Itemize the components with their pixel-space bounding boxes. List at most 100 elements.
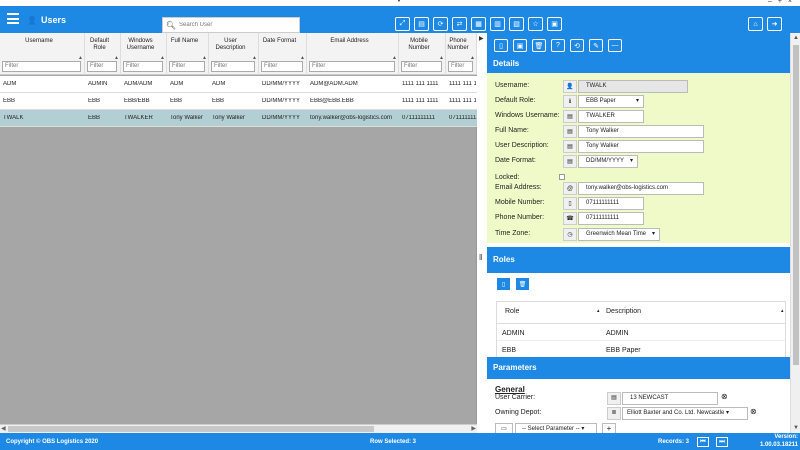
vertical-scrollbar[interactable]: ▲ ▼ (790, 33, 800, 433)
sort-icon[interactable]: ▴ (597, 308, 600, 314)
column-header[interactable]: Email Address ▲ Filter (307, 33, 399, 75)
column-filter-input[interactable]: Filter (2, 61, 81, 72)
first-page-button[interactable]: ⏮ (697, 437, 709, 447)
table-row[interactable]: ADM ADMIN ADM/ADM ADM ADM DD/MM/YYYY ADM@ADM.A… (0, 76, 477, 93)
table-row[interactable]: TWALK EBB TWALKER Tony Walker Tony Walker DD/… (0, 110, 477, 127)
locked-checkbox[interactable] (559, 174, 565, 180)
user-carrier-label: User Carrier: (495, 394, 536, 401)
roles-table: Role ▴ Description ▴ ADMIN ADMIN EBB EBB Paper (496, 301, 786, 359)
column-filter-input[interactable]: Filter (123, 61, 163, 72)
column-label: Phone Number (447, 38, 469, 51)
undo-button[interactable]: ⟲ (570, 39, 584, 52)
favourite-button[interactable]: ☆ (528, 17, 543, 31)
table-cell: Tony Walker (212, 115, 245, 121)
owning-depot-select[interactable]: Elliott Baxter and Co. Ltd. Newcastle ▾ (622, 407, 748, 420)
field-value-input[interactable]: Greenwich Mean Time ▾ (578, 228, 660, 241)
page-title: Users (40, 15, 66, 25)
collapse-panel-icon[interactable]: ▶ (479, 35, 484, 42)
field-value-input[interactable]: Tony Walker (578, 125, 704, 138)
column-header[interactable]: Full Name ▲ Filter (167, 33, 209, 75)
last-page-button[interactable]: ⏭ (716, 437, 728, 447)
expand-button[interactable]: ⤢ (395, 17, 410, 31)
column-filter-input[interactable]: Filter (309, 61, 395, 72)
field-value-input[interactable]: tony.walker@obs-logistics.com (578, 182, 704, 195)
roles-row[interactable]: EBB EBB Paper (497, 341, 785, 358)
report-button[interactable]: ▥ (490, 17, 505, 31)
field-value-input[interactable]: 07111111111 (578, 197, 644, 210)
search-box: 🔍︎ (162, 17, 300, 33)
add-role-button[interactable]: ▯ (497, 278, 510, 290)
column-header[interactable]: User Description ▲ Filter (209, 33, 259, 75)
scroll-up-icon[interactable]: ▲ (793, 35, 799, 41)
field-value-text: Greenwich Mean Time (586, 231, 647, 237)
table-cell: ADM (3, 81, 17, 87)
field-value-input[interactable]: DD/MM/YYYY ▾ (578, 155, 638, 168)
column-filter-input[interactable]: Filter (211, 61, 255, 72)
delete-role-button[interactable]: 🗑 (516, 278, 529, 290)
column-filter-input[interactable]: Filter (169, 61, 205, 72)
detail-toolbar: ▯ ▣ 🗑? ⟲ ✎ — (487, 33, 790, 55)
column-header[interactable]: Windows Username ▲ Filter (121, 33, 167, 75)
field-value-input[interactable]: 07111111111 (578, 212, 644, 225)
remove-carrier-icon[interactable]: ⊗ (721, 392, 728, 401)
splitter-handle-icon[interactable]: ‖ (479, 253, 482, 262)
chevron-down-icon: ▾ (651, 231, 655, 237)
database-button[interactable]: ▤ (414, 17, 429, 31)
field-icon: 👤 (563, 80, 577, 93)
column-filter-input[interactable]: Filter (87, 61, 117, 72)
field-value-input[interactable]: Tony Walker (578, 140, 704, 153)
share-button[interactable]: ⇄ (452, 17, 467, 31)
column-filter-input[interactable]: Filter (401, 61, 442, 72)
field-icon: ▯ (563, 197, 577, 210)
collapse-arrow-icon[interactable]: ▼ (396, 0, 402, 4)
depot-icon: ≣ (607, 407, 621, 420)
grid-button[interactable]: ▦ (471, 17, 486, 31)
vscroll-thumb[interactable] (793, 45, 799, 365)
export-button[interactable]: ▧ (509, 17, 524, 31)
table-cell: 1111 111 1 (449, 98, 476, 104)
remove-depot-icon[interactable]: ⊗ (750, 407, 757, 416)
horizontal-scrollbar[interactable]: ◀ ▶ (0, 424, 477, 433)
page-title-wrap: 👤 Users (27, 15, 66, 25)
help-button[interactable]: ? (551, 39, 565, 52)
panel-splitter[interactable]: ▶ ‖ (478, 33, 487, 433)
search-icon[interactable]: 🔍︎ (163, 21, 179, 30)
column-header[interactable]: Date Format ▲ Filter (259, 33, 307, 75)
refresh-button[interactable]: ⟳ (433, 17, 448, 31)
hamburger-menu-icon[interactable] (7, 13, 19, 24)
sort-icon[interactable]: ▴ (781, 308, 784, 314)
save-button[interactable]: ▣ (513, 39, 527, 52)
user-carrier-field[interactable]: 13 NEWCAST (622, 392, 718, 405)
table-row[interactable]: EBB EBB EBB/EBB EBB EBB DD/MM/YYYY EBB@EBB.EBB… (0, 93, 477, 110)
column-header[interactable]: Username ▲ Filter (0, 33, 85, 75)
column-header[interactable]: Phone Number ▲ Filter (446, 33, 477, 75)
column-filter-input[interactable]: Filter (448, 61, 473, 72)
layout-button[interactable]: ▣ (547, 17, 562, 31)
new-button[interactable]: ▯ (494, 39, 508, 52)
scroll-left-icon[interactable]: ◀ (1, 425, 6, 432)
field-value-input[interactable]: TWALKER (578, 110, 644, 123)
minimize-button[interactable]: — (608, 39, 622, 52)
window-controls[interactable]: – + × (768, 0, 794, 5)
roles-column-header[interactable]: Description (606, 308, 641, 315)
delete-button[interactable]: 🗑 (532, 39, 546, 52)
column-header[interactable]: Default Role ▲ Filter (85, 33, 121, 75)
scroll-down-icon[interactable]: ▼ (793, 425, 799, 431)
scroll-thumb[interactable] (8, 426, 374, 432)
roles-heading: Roles (487, 247, 790, 273)
field-label: Default Role: (495, 97, 536, 104)
search-input[interactable] (179, 22, 289, 28)
roles-row[interactable]: ADMIN ADMIN (497, 324, 785, 341)
column-filter-input[interactable]: Filter (261, 61, 303, 72)
roles-column-header[interactable]: Role (505, 308, 519, 315)
field-value-input[interactable]: EBB Paper ▾ (578, 95, 644, 108)
table-cell: 1111 111 1111 (402, 98, 439, 104)
home-button[interactable]: ⌂ (748, 17, 763, 31)
scroll-right-icon[interactable]: ▶ (471, 425, 476, 432)
roles-cell: ADMIN (502, 330, 525, 337)
field-icon: @ (563, 182, 577, 195)
field-value-input[interactable]: TWALK (578, 80, 688, 93)
erase-button[interactable]: ✎ (589, 39, 603, 52)
logout-button[interactable]: ➜ (767, 17, 782, 31)
column-header[interactable]: Mobile Number ▲ Filter (399, 33, 446, 75)
